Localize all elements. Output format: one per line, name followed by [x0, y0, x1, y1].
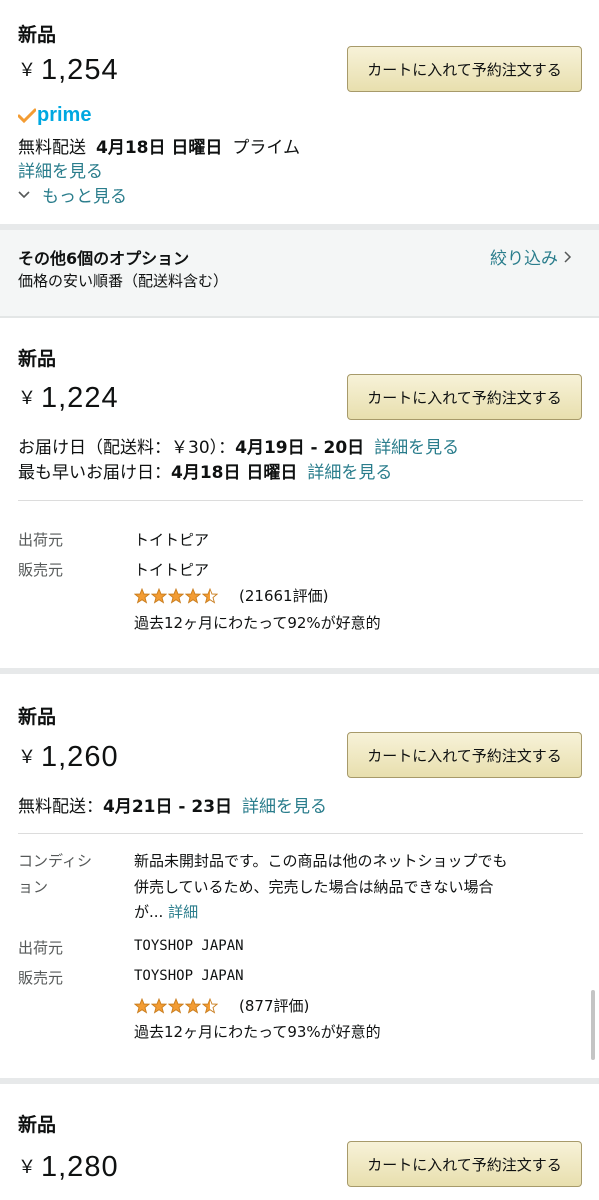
more-button[interactable]: もっと見る [18, 182, 127, 207]
positive-feedback: 過去12ヶ月にわたって92%が好意的 [134, 614, 381, 632]
prime-check-icon [18, 108, 36, 123]
star-icon [134, 587, 150, 604]
sold-by-label: 販売元 [18, 561, 64, 579]
star-icon [168, 587, 184, 604]
fastest-delivery: 最も早いお届け日： 4月18日 日曜日 詳細を見る [18, 458, 392, 483]
prime-logo: prime [18, 104, 91, 127]
offer-condition: 新品 [18, 1114, 57, 1136]
preorder-cart-button[interactable]: カートに入れて予約注文する [347, 374, 582, 420]
featured-details-link[interactable]: 詳細を見る [18, 157, 103, 182]
ships-from-value: TOYSHOP JAPAN [134, 938, 244, 954]
chevron-right-icon [564, 250, 572, 263]
condition-label-line: コンディシ [18, 852, 92, 870]
seller-rating: (21661評価) [134, 585, 328, 606]
filter-link[interactable]: 絞り込み [490, 244, 572, 269]
currency-symbol: ￥ [18, 388, 37, 408]
featured-price-value: 1,254 [41, 54, 119, 86]
currency-symbol: ￥ [18, 1157, 37, 1177]
condition-note-line: 新品未開封品です。この商品は他のネットショップでも [134, 852, 508, 870]
offer-price: ￥ 1,260 [18, 741, 119, 774]
star-icon [151, 997, 167, 1014]
condition-label-line: ョン [18, 878, 49, 896]
featured-delivery: 無料配送 4月18日 日曜日 プライム [18, 133, 300, 158]
fastest-delivery-details-link[interactable]: 詳細を見る [307, 458, 392, 483]
condition-note-line: が... 詳細 [134, 901, 198, 922]
star-icon [185, 997, 201, 1014]
condition-note-line: 併売しているため、完売した場合は納品できない場合 [134, 878, 494, 896]
positive-feedback: 過去12ヶ月にわたって93%が好意的 [134, 1023, 381, 1041]
delivery-details-link[interactable]: 詳細を見る [374, 433, 459, 458]
condition-label: ョン [18, 876, 48, 897]
offer-delivery: 無料配送： 4月21日 - 23日 詳細を見る [18, 792, 327, 817]
chevron-down-icon [18, 190, 30, 198]
delivery-prefix: 無料配送 [18, 138, 86, 158]
offer-delivery: お届け日（配送料：￥30）： 4月19日 - 20日 詳細を見る [18, 433, 459, 458]
condition-details-link[interactable]: 詳細 [168, 903, 198, 921]
delivery-date: 4月21日 - 23日 [103, 797, 233, 817]
offer-price: ￥ 1,224 [18, 382, 119, 415]
delivery-prefix: 無料配送： [18, 797, 103, 817]
preorder-cart-button[interactable]: カートに入れて予約注文する [347, 1141, 582, 1187]
prime-logo-text: prime [37, 104, 92, 126]
ships-from-label: 出荷元 [18, 939, 64, 957]
currency-symbol: ￥ [18, 747, 37, 767]
sold-by-label: 販売元 [18, 969, 64, 987]
rating-count: (21661評価) [239, 587, 329, 605]
seller-rating: (877評価) [134, 995, 309, 1016]
delivery-date: 4月19日 - 20日 [235, 438, 365, 458]
offer-price-value: 1,224 [41, 382, 119, 414]
offer-condition: 新品 [18, 348, 57, 370]
rating-count: (877評価) [239, 997, 310, 1015]
options-title: その他6個のオプション [18, 249, 190, 268]
offer-price: ￥ 1,280 [18, 1151, 119, 1184]
offer-price-value: 1,260 [41, 741, 119, 773]
condition-note-text: が... [134, 903, 164, 921]
delivery-date: 4月18日 日曜日 [96, 138, 223, 158]
sort-order-label: 価格の安い順番（配送料含む） [18, 272, 229, 290]
star-icon [202, 587, 218, 604]
star-icon [151, 587, 167, 604]
seller-link[interactable]: トイトピア [134, 559, 209, 580]
seller-link[interactable]: TOYSHOP JAPAN [134, 968, 244, 984]
fastest-delivery-date: 4月18日 日曜日 [171, 463, 298, 483]
star-icon [168, 997, 184, 1014]
offer-price-value: 1,280 [41, 1151, 119, 1183]
offer-condition: 新品 [18, 706, 57, 728]
filter-label: 絞り込み [490, 249, 558, 269]
ships-from-value: トイトピア [134, 531, 210, 549]
star-icon [185, 587, 201, 604]
featured-price: ￥ 1,254 [18, 54, 119, 87]
preorder-cart-button[interactable]: カートに入れて予約注文する [347, 46, 582, 92]
more-label: もっと見る [42, 187, 127, 207]
scrollbar[interactable] [591, 990, 595, 1060]
star-icon [202, 997, 218, 1014]
delivery-suffix: プライム [232, 138, 301, 158]
condition-label: コンディシ [18, 850, 92, 871]
delivery-details-link[interactable]: 詳細を見る [242, 792, 327, 817]
star-icon [134, 997, 150, 1014]
featured-condition: 新品 [18, 24, 57, 46]
ships-from-label: 出荷元 [18, 531, 64, 549]
preorder-cart-button[interactable]: カートに入れて予約注文する [347, 732, 582, 778]
fastest-delivery-prefix: 最も早いお届け日： [18, 463, 171, 483]
delivery-prefix: お届け日（配送料：￥30）： [18, 438, 236, 458]
currency-symbol: ￥ [18, 60, 37, 80]
